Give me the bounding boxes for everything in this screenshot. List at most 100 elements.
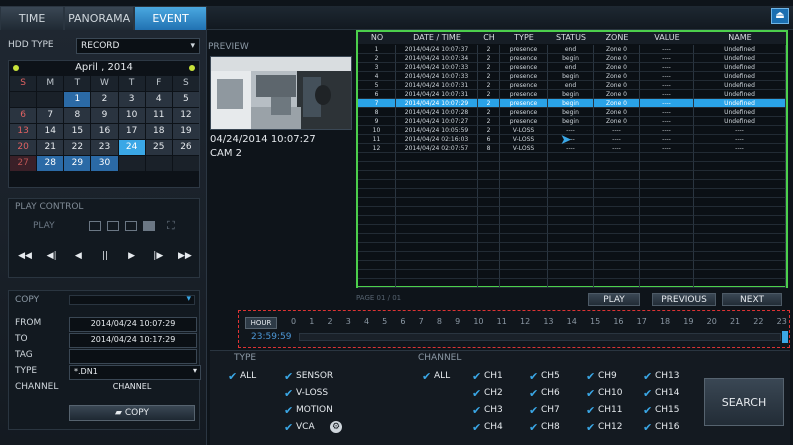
table-row[interactable] [358, 189, 786, 198]
to-field[interactable]: 2014/04/24 10:17:29 [69, 333, 197, 348]
hour-tick[interactable]: 8 [437, 317, 442, 326]
channel-checkbox[interactable]: ✔ CH11 [586, 405, 623, 416]
channel-checkbox[interactable]: ✔ CH10 [586, 388, 623, 399]
table-row[interactable]: 1 2014/04/24 10:07:37 2 presence end Zone 0 --… [358, 45, 786, 54]
hour-tick[interactable]: 21 [730, 317, 740, 326]
hour-tick[interactable]: 16 [613, 317, 623, 326]
table-row[interactable] [358, 180, 786, 189]
table-row[interactable] [358, 270, 786, 279]
calendar-day[interactable]: 21 [37, 140, 64, 155]
calendar-day[interactable]: 17 [118, 124, 145, 139]
table-row[interactable]: 9 2014/04/24 10:07:27 2 presence begin Zone 0… [358, 117, 786, 126]
channel-all-checkbox[interactable]: ✔ ALL [422, 371, 450, 382]
playback-button[interactable]: || [95, 247, 115, 265]
hour-tick[interactable]: 22 [753, 317, 763, 326]
table-row[interactable]: 7 2014/04/24 10:07:29 2 presence begin Zone 0… [358, 99, 786, 108]
calendar-day[interactable]: 15 [64, 124, 91, 139]
table-row[interactable] [358, 261, 786, 270]
previous-button[interactable]: PREVIOUS [652, 293, 716, 306]
exit-icon[interactable]: ⏏ [771, 8, 789, 24]
gear-icon[interactable]: ⚙ [330, 421, 342, 433]
hour-button[interactable]: HOUR [245, 317, 277, 329]
tab-time[interactable]: TIME [0, 6, 65, 32]
timeline-bar[interactable] [299, 333, 781, 341]
playback-button[interactable]: |▶ [148, 247, 168, 265]
fullscreen-icon[interactable]: ⛶ [167, 219, 175, 233]
calendar-day[interactable]: 10 [118, 108, 145, 123]
table-row[interactable] [358, 153, 786, 162]
channel-checkbox[interactable]: ✔ CH9 [586, 371, 617, 382]
timeline-cursor[interactable] [782, 331, 788, 343]
table-row[interactable] [358, 198, 786, 207]
hour-tick[interactable]: 9 [455, 317, 460, 326]
playback-button[interactable]: ◀◀ [15, 247, 35, 265]
hour-tick[interactable]: 23 [777, 317, 787, 326]
calendar-day[interactable]: 14 [37, 124, 64, 139]
playback-button[interactable]: ◀ [68, 247, 88, 265]
playback-button[interactable]: ▶ [122, 247, 142, 265]
table-row[interactable]: 4 2014/04/24 10:07:33 2 presence begin Zone 0… [358, 72, 786, 81]
playback-button[interactable]: ◀| [42, 247, 62, 265]
hour-tick[interactable]: 20 [707, 317, 717, 326]
hour-tick[interactable]: 14 [567, 317, 577, 326]
hour-tick[interactable]: 1 [309, 317, 314, 326]
calendar-day[interactable]: 18 [145, 124, 172, 139]
calendar-day[interactable]: 9 [91, 108, 118, 123]
type-checkbox[interactable]: ✔ SENSOR [284, 371, 333, 382]
hour-tick[interactable]: 11 [497, 317, 507, 326]
calendar-day[interactable]: 6 [10, 108, 37, 123]
hour-tick[interactable]: 12 [520, 317, 530, 326]
hour-tick[interactable]: 10 [473, 317, 483, 326]
from-field[interactable]: 2014/04/24 10:07:29 [69, 317, 197, 332]
channel-checkbox[interactable]: ✔ CH7 [529, 405, 560, 416]
channel-checkbox[interactable]: ✔ CH4 [472, 422, 503, 433]
calendar-day[interactable]: 25 [145, 140, 172, 155]
channel-checkbox[interactable]: ✔ CH5 [529, 371, 560, 382]
table-row[interactable]: 10 2014/04/24 10:05:59 2 V-LOSS ---- ---- ----… [358, 126, 786, 135]
channel-checkbox[interactable]: ✔ CH6 [529, 388, 560, 399]
table-row[interactable] [358, 216, 786, 225]
play-button[interactable]: PLAY [588, 293, 640, 306]
calendar-day[interactable]: 24 [118, 140, 145, 155]
type-checkbox[interactable]: ✔ VCA [284, 422, 315, 433]
calendar-day[interactable]: 27 [10, 156, 37, 171]
hour-tick[interactable]: 17 [637, 317, 647, 326]
calendar-day[interactable]: 8 [64, 108, 91, 123]
table-row[interactable] [358, 234, 786, 243]
hour-tick[interactable]: 19 [683, 317, 693, 326]
channel-checkbox[interactable]: ✔ CH3 [472, 405, 503, 416]
type-checkbox[interactable]: ✔ V-LOSS [284, 388, 328, 399]
channel-checkbox[interactable]: ✔ CH1 [472, 371, 503, 382]
table-row[interactable] [358, 162, 786, 171]
table-row[interactable] [358, 243, 786, 252]
column-header[interactable]: NO [358, 32, 396, 44]
channel-checkbox[interactable]: ✔ CH14 [643, 388, 680, 399]
type-all-checkbox[interactable]: ✔ ALL [228, 371, 256, 382]
calendar-day[interactable]: 23 [91, 140, 118, 155]
channel-checkbox[interactable]: ✔ CH12 [586, 422, 623, 433]
calendar-day[interactable]: 12 [172, 108, 199, 123]
hour-tick[interactable]: 5 [382, 317, 387, 326]
split-16-icon[interactable] [125, 221, 137, 231]
split-4-icon[interactable] [89, 221, 101, 231]
table-row[interactable] [358, 279, 786, 288]
hour-tick[interactable]: 4 [364, 317, 369, 326]
type-select[interactable]: *.DN1 ▾ [69, 365, 201, 380]
channel-checkbox[interactable]: ✔ CH16 [643, 422, 680, 433]
calendar-day[interactable]: 30 [91, 156, 118, 171]
tab-event[interactable]: EVENT [134, 6, 207, 32]
hour-tick[interactable]: 15 [590, 317, 600, 326]
calendar-day[interactable]: 2 [91, 92, 118, 107]
channel-field[interactable]: CHANNEL [69, 381, 195, 394]
calendar-day[interactable]: 13 [10, 124, 37, 139]
calendar-day[interactable]: 29 [64, 156, 91, 171]
next-month-icon[interactable] [189, 65, 195, 71]
search-button[interactable]: SEARCH [704, 378, 784, 426]
tag-field[interactable] [69, 349, 197, 364]
split-9-icon[interactable] [107, 221, 119, 231]
table-row[interactable] [358, 171, 786, 180]
table-row[interactable]: 8 2014/04/24 10:07:28 2 presence begin Zone 0… [358, 108, 786, 117]
table-row[interactable]: 11 2014/04/24 02:16:03 6 V-LOSS ---- ---- ----… [358, 135, 786, 144]
copy-device-select[interactable]: ▾ [69, 294, 195, 305]
channel-checkbox[interactable]: ✔ CH2 [472, 388, 503, 399]
